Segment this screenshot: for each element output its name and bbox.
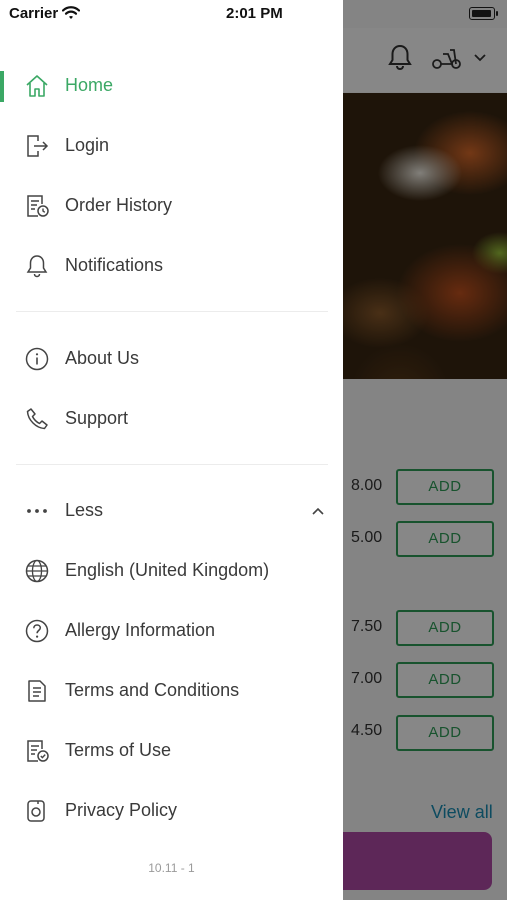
app-version: 10.11 - 1 — [148, 861, 195, 875]
status-bar: Carrier 2:01 PM — [0, 0, 343, 28]
home-icon — [26, 75, 48, 97]
order-history-icon — [27, 195, 49, 217]
menu-divider — [16, 311, 328, 312]
bell-icon — [26, 255, 48, 278]
document-icon — [28, 680, 46, 702]
menu-label-privacy-policy: Privacy Policy — [65, 800, 178, 820]
active-indicator — [0, 71, 4, 102]
menu-label-language: English (United Kingdom) — [65, 560, 270, 580]
menu-item-less-toggle[interactable]: Less — [0, 486, 343, 536]
menu-label-order-history: Order History — [65, 195, 173, 215]
menu-label-less: Less — [65, 500, 104, 520]
menu-item-order-history[interactable]: Order History — [0, 181, 343, 231]
wifi-icon — [62, 6, 80, 19]
menu-item-notifications[interactable]: Notifications — [0, 241, 343, 291]
menu-item-terms-and-conditions[interactable]: Terms and Conditions — [0, 666, 343, 716]
menu-label-terms-of-use: Terms of Use — [65, 740, 172, 760]
menu-item-support[interactable]: Support — [0, 394, 343, 444]
menu-label-terms-and-conditions: Terms and Conditions — [65, 680, 240, 700]
carrier-label: Carrier — [9, 5, 59, 22]
menu-item-login[interactable]: Login — [0, 121, 343, 171]
chevron-up-icon — [312, 507, 324, 515]
globe-icon — [25, 559, 49, 583]
menu-item-privacy-policy[interactable]: Privacy Policy — [0, 786, 343, 836]
navigation-drawer: Carrier 2:01 PM Home Login Order History… — [0, 0, 343, 900]
info-icon — [25, 347, 49, 371]
more-dots-icon — [27, 509, 47, 513]
menu-divider — [16, 464, 328, 465]
menu-item-allergy-information[interactable]: Allergy Information — [0, 606, 343, 656]
menu-item-language[interactable]: English (United Kingdom) — [0, 546, 343, 596]
menu-label-allergy-information: Allergy Information — [65, 620, 216, 640]
menu-label-support: Support — [65, 408, 129, 428]
menu-label-about-us: About Us — [65, 348, 140, 368]
menu-item-about-us[interactable]: About Us — [0, 334, 343, 384]
menu-item-terms-of-use[interactable]: Terms of Use — [0, 726, 343, 776]
privacy-icon — [27, 800, 45, 822]
login-icon — [27, 135, 49, 157]
menu-label-notifications: Notifications — [65, 255, 164, 275]
document-check-icon — [27, 740, 49, 762]
menu-label-login: Login — [65, 135, 110, 155]
question-icon — [25, 619, 49, 643]
menu-item-home[interactable]: Home — [0, 61, 343, 111]
phone-icon — [26, 408, 48, 430]
menu-label-home: Home — [65, 75, 114, 95]
status-time: 2:01 PM — [226, 5, 283, 22]
